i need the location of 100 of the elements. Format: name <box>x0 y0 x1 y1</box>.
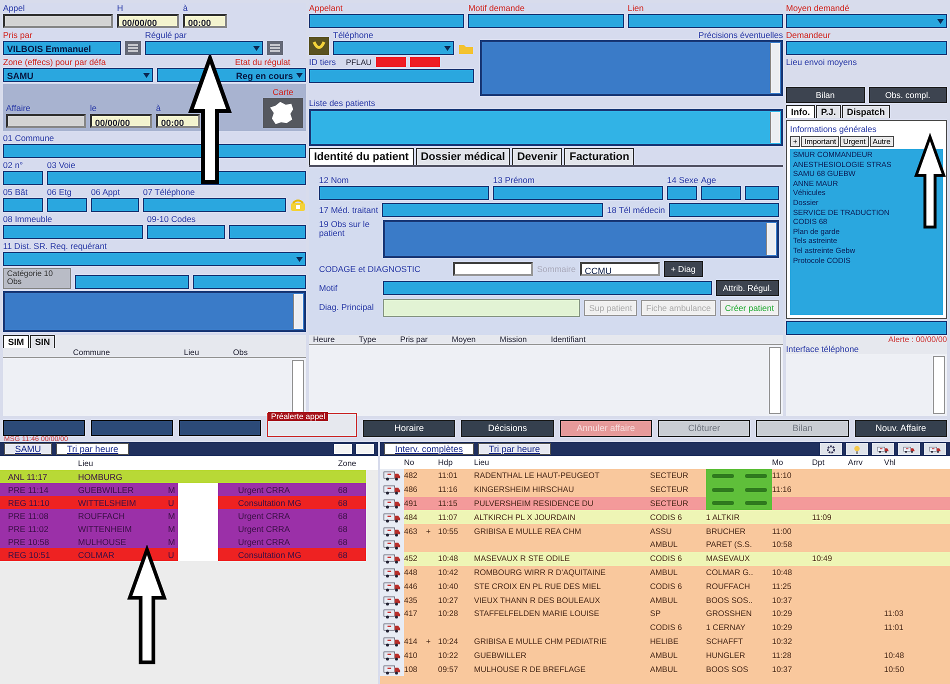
input-field[interactable] <box>383 281 712 295</box>
dropdown[interactable] <box>786 14 947 28</box>
scrollbar[interactable] <box>770 112 780 143</box>
intervention-row[interactable]: 491 11:15 PULVERSHEIM RESIDENCE DU SECTEUR <box>380 496 950 510</box>
input-field[interactable] <box>47 198 87 212</box>
input-field[interactable] <box>228 225 306 239</box>
input-field[interactable] <box>6 114 86 128</box>
tab[interactable]: SIM <box>3 335 30 348</box>
input-field[interactable]: 00:00 <box>183 14 227 28</box>
table-cell-text: SCHAFFT <box>706 636 744 646</box>
input-field[interactable] <box>192 274 306 289</box>
table-cell-text: 10:29 <box>772 623 794 632</box>
tab[interactable]: Tri par heure <box>478 443 552 455</box>
input-field[interactable] <box>382 203 604 217</box>
input-field[interactable] <box>143 198 286 212</box>
tab[interactable]: SIN <box>30 335 56 348</box>
input-field[interactable] <box>468 14 624 28</box>
input-field[interactable] <box>91 198 139 212</box>
tab[interactable]: Dispatch <box>842 105 890 118</box>
dropdown[interactable]: SAMU <box>3 68 153 82</box>
input-field[interactable] <box>147 225 224 239</box>
table-cell-text: PULVERSHEIM RESIDENCE DU <box>474 498 594 508</box>
action-button[interactable]: Horaire <box>363 420 456 436</box>
scrollbar[interactable] <box>293 294 303 329</box>
input-field[interactable] <box>628 14 783 28</box>
panel-button[interactable]: Bilan <box>786 87 864 103</box>
scrollbar[interactable] <box>770 43 780 93</box>
intervention-row[interactable]: 452 10:48 MASEVAUX R STE ODILE CODIS 6 MASEVAUX 10:49 <box>380 552 950 566</box>
scrollbar[interactable] <box>933 356 945 414</box>
diag-button[interactable]: + Diag <box>664 261 703 277</box>
scrollbar[interactable] <box>769 347 781 414</box>
dropdown[interactable] <box>3 252 306 266</box>
tab[interactable]: Facturation <box>564 148 634 165</box>
input-field[interactable] <box>309 69 474 83</box>
intervention-row[interactable]: 448 10:42 ROMBOURG WIRR R D'AQUITAINE AMBUL COLMAR G.. 10:48 <box>380 566 950 580</box>
queue-row[interactable]: REG 10:51 COLMAR U Consultation MG 68 <box>0 548 366 561</box>
intervention-row[interactable]: 484 11:07 ALTKIRCH PL X JOURDAIN CODIS 6 1 ALTKIR 11:09 <box>380 510 950 524</box>
column-header: Lieu <box>78 458 94 468</box>
toolbar-button[interactable] <box>820 443 842 455</box>
action-button[interactable]: Décisions <box>461 420 554 436</box>
field-label: Interface téléphone <box>786 344 860 354</box>
tab[interactable]: Interv. complètes <box>384 443 474 455</box>
caret-icon <box>296 73 303 78</box>
tab[interactable]: Devenir <box>512 148 562 165</box>
input-field[interactable]: 00/00/00 <box>90 114 152 128</box>
tab[interactable]: P.J. <box>816 105 841 118</box>
text-area[interactable] <box>3 290 306 332</box>
tab[interactable]: Identité du patient <box>309 148 414 165</box>
tab[interactable]: SAMU <box>4 443 52 455</box>
toolbar-button[interactable] <box>924 443 946 455</box>
input-field[interactable] <box>309 14 464 28</box>
map-button[interactable] <box>263 98 303 128</box>
action-button[interactable]: Nouv. Affaire <box>854 420 947 436</box>
table-cell-text: M <box>168 484 176 494</box>
input-field[interactable]: 00/00/00 <box>117 14 179 28</box>
input-field[interactable] <box>493 186 663 200</box>
panel-button[interactable]: Obs. compl. <box>868 87 947 103</box>
input-field[interactable] <box>383 299 580 317</box>
table-cell-text: 484 <box>404 512 418 522</box>
assign-button[interactable]: Attrib. Régul. <box>716 280 779 296</box>
column-header: Moyen <box>452 335 476 344</box>
input-field[interactable] <box>75 274 188 289</box>
input-field[interactable] <box>3 225 143 239</box>
toolbar-button[interactable] <box>872 443 894 455</box>
caret-icon <box>444 46 451 51</box>
picker-button[interactable] <box>267 41 283 55</box>
table-cell-text: STAFFELFELDEN MARIE LOUISE <box>474 609 600 618</box>
tab[interactable]: Tri par heure <box>56 443 130 455</box>
input-field[interactable] <box>453 262 533 276</box>
input-field[interactable] <box>786 321 947 335</box>
tab[interactable]: Info. <box>786 105 815 118</box>
scrollbar[interactable] <box>766 223 776 255</box>
dropdown[interactable] <box>333 41 454 55</box>
input-field[interactable] <box>319 186 489 200</box>
input-field[interactable] <box>786 41 947 55</box>
input-field[interactable]: VILBOIS Emmanuel <box>3 41 121 55</box>
input-field[interactable] <box>3 171 43 185</box>
tab[interactable]: Dossier médical <box>416 148 510 165</box>
table-cell-text: WITTENHEIM <box>78 524 133 534</box>
input-field[interactable] <box>47 171 306 185</box>
text-area[interactable] <box>480 40 783 96</box>
alert-text: Alerte : 00/00/00 <box>888 335 947 344</box>
input-field[interactable] <box>701 186 741 200</box>
input-field[interactable] <box>667 186 697 200</box>
input-field[interactable] <box>669 203 779 217</box>
queue-row[interactable]: ANL 11:17 HOMBURG <box>0 470 366 483</box>
queue-row[interactable]: REG 11:10 WITTELSHEIM U Consultation MG 68 <box>0 496 366 509</box>
input-field[interactable] <box>745 186 779 200</box>
text-area[interactable] <box>309 109 783 146</box>
dropdown[interactable] <box>145 41 263 55</box>
input-field[interactable] <box>3 144 306 158</box>
field-label: Etat du régulat <box>234 57 292 67</box>
scrollbar[interactable] <box>292 360 304 414</box>
field-label: Précisions éventuelles <box>698 30 783 40</box>
input-field[interactable]: 00:00 <box>156 114 200 128</box>
picker-button[interactable] <box>125 41 141 55</box>
toolbar-button[interactable] <box>898 443 920 455</box>
input-field[interactable] <box>3 198 43 212</box>
input-field[interactable]: CCMU <box>580 262 660 276</box>
input-field[interactable] <box>3 14 113 28</box>
